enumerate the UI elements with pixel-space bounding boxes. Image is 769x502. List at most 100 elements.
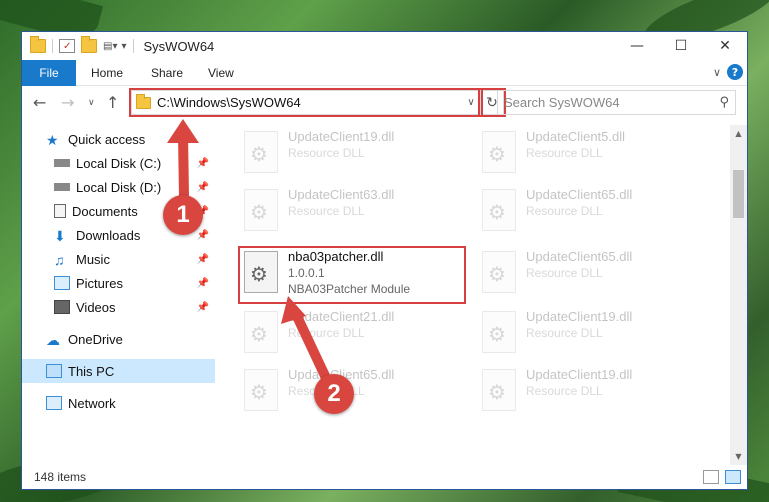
close-button[interactable]: ✕	[703, 32, 747, 60]
dll-file-icon	[244, 131, 278, 173]
maximize-button[interactable]: ☐	[659, 32, 703, 60]
video-icon	[54, 300, 70, 314]
callout-badge-1: 1	[163, 195, 203, 235]
download-icon: ⬇	[54, 228, 66, 244]
folder-icon[interactable]	[30, 36, 46, 53]
dll-file-icon	[244, 189, 278, 231]
vertical-scrollbar[interactable]: ▲ ▼	[730, 125, 747, 465]
file-type: Resource DLL	[526, 146, 603, 160]
tab-view[interactable]: View	[208, 60, 234, 86]
ribbon-controls: ∨ ?	[713, 64, 743, 80]
file-item[interactable]: UpdateClient19.dll Resource DLL	[482, 365, 712, 419]
details-view-icon[interactable]	[703, 470, 719, 484]
callout-badge-2: 2	[314, 374, 354, 414]
ribbon-tabs: File Home Share View ∨ ?	[22, 60, 747, 86]
dll-file-icon	[482, 189, 516, 231]
scroll-thumb[interactable]	[733, 170, 744, 218]
scroll-down-icon[interactable]: ▼	[730, 448, 747, 465]
view-toggle	[697, 470, 741, 484]
pin-icon[interactable]: 📌	[197, 230, 209, 241]
file-item[interactable]: UpdateClient19.dll Resource DLL	[244, 127, 474, 181]
sidebar-item-music[interactable]: ♫ Music 📌	[22, 247, 215, 271]
tab-share[interactable]: Share	[151, 60, 183, 86]
sidebar-item-label: Videos	[76, 299, 116, 315]
file-item[interactable]: UpdateClient65.dllResource DLL	[482, 185, 712, 239]
sidebar-item-label: Network	[68, 395, 116, 411]
scroll-up-icon[interactable]: ▲	[730, 125, 747, 142]
dll-file-icon	[482, 311, 516, 353]
item-count: 148 items	[34, 470, 87, 484]
dll-file-icon	[482, 131, 516, 173]
tab-file[interactable]: File	[22, 60, 76, 86]
quick-access-toolbar: ▤▾ ▾	[30, 36, 140, 53]
search-icon[interactable]: ⚲	[719, 95, 729, 110]
sidebar-item-label: OneDrive	[68, 331, 123, 347]
recent-locations-icon[interactable]: ∨	[88, 98, 95, 108]
file-item[interactable]: UpdateClient65.dllResource DLL	[482, 247, 712, 301]
sidebar-item-label: Quick access	[68, 131, 146, 147]
sidebar-item-label: This PC	[68, 363, 115, 379]
cloud-icon: ☁	[46, 332, 60, 348]
navigation-bar: ← → ∨ ↑ C:\Windows\SysWOW64 ∨ ↻ Search S…	[22, 87, 747, 119]
file-name: UpdateClient21.dll	[288, 309, 395, 324]
divider	[52, 39, 53, 53]
pin-icon[interactable]: 📌	[197, 158, 209, 169]
file-item[interactable]: UpdateClient65.dllResource DLL	[244, 365, 474, 419]
file-name: UpdateClient63.dll	[288, 187, 395, 202]
pin-icon[interactable]: 📌	[197, 182, 209, 193]
dll-file-icon	[244, 369, 278, 411]
file-type: Resource DLL	[288, 146, 365, 160]
search-input[interactable]: Search SysWOW64	[498, 95, 719, 110]
file-item[interactable]: UpdateClient19.dll Resource DLL	[482, 307, 712, 361]
search-box[interactable]: Search SysWOW64 ⚲	[497, 90, 736, 115]
sidebar-item-videos[interactable]: Videos 📌	[22, 295, 215, 319]
file-name: UpdateClient5.dll	[526, 129, 626, 144]
sidebar-item-network[interactable]: Network	[22, 391, 215, 415]
caption-buttons: — ☐ ✕	[615, 32, 747, 60]
sidebar-item-label: Local Disk (C:)	[76, 155, 162, 171]
dll-file-icon	[244, 311, 278, 353]
tab-home[interactable]: Home	[91, 60, 123, 86]
pin-icon[interactable]: 📌	[197, 302, 209, 313]
dll-file-icon	[482, 369, 516, 411]
customize-qat-icon[interactable]: ▤▾	[103, 41, 117, 52]
new-folder-icon[interactable]	[81, 36, 97, 53]
title-bar: ▤▾ ▾ SysWOW64 — ☐ ✕	[22, 32, 747, 60]
minimize-button[interactable]: —	[615, 32, 659, 60]
file-item[interactable]: UpdateClient21.dll Resource DLL	[244, 307, 474, 361]
sidebar-item-onedrive[interactable]: ☁ OneDrive	[22, 327, 215, 351]
drive-icon	[54, 183, 70, 191]
expand-ribbon-icon[interactable]: ∨	[713, 66, 721, 79]
window-title: SysWOW64	[143, 38, 215, 54]
tiles-view-icon[interactable]	[725, 470, 741, 484]
properties-icon[interactable]	[59, 39, 75, 53]
music-icon: ♫	[54, 252, 65, 268]
qat-dropdown-icon[interactable]: ▾	[121, 41, 126, 52]
status-bar: 148 items	[22, 465, 747, 489]
file-name: UpdateClient19.dll	[526, 309, 633, 324]
sidebar-item-label: Local Disk (D:)	[76, 179, 162, 195]
star-icon: ★	[46, 132, 59, 148]
sidebar-item-label: Documents	[72, 203, 138, 219]
back-arrow-icon[interactable]: ←	[33, 93, 46, 112]
file-type: Resource DLL	[526, 326, 603, 340]
up-arrow-icon[interactable]: ↑	[106, 93, 119, 112]
sidebar-item-this-pc[interactable]: This PC	[22, 359, 215, 383]
network-icon	[46, 396, 62, 410]
help-icon[interactable]: ?	[727, 64, 743, 80]
sidebar-item-pictures[interactable]: Pictures 📌	[22, 271, 215, 295]
file-type: Resource DLL	[288, 326, 365, 340]
forward-arrow-icon[interactable]: →	[61, 93, 74, 112]
pin-icon[interactable]: 📌	[197, 254, 209, 265]
file-name: UpdateClient65.dll	[526, 249, 633, 264]
file-item[interactable]: UpdateClient63.dll Resource DLL	[244, 185, 474, 239]
pin-icon[interactable]: 📌	[197, 278, 209, 289]
file-name: UpdateClient65.dll	[526, 187, 633, 202]
navigation-pane: ★ Quick access Local Disk (C:) 📌 Local D…	[22, 125, 215, 465]
file-type: Resource DLL	[288, 204, 365, 218]
sidebar-item-quick-access[interactable]: ★ Quick access	[22, 127, 215, 151]
sidebar-item-local-disk-c[interactable]: Local Disk (C:) 📌	[22, 151, 215, 175]
computer-icon	[46, 364, 62, 378]
address-highlight-box	[129, 88, 483, 117]
file-item[interactable]: UpdateClient5.dll Resource DLL	[482, 127, 712, 181]
